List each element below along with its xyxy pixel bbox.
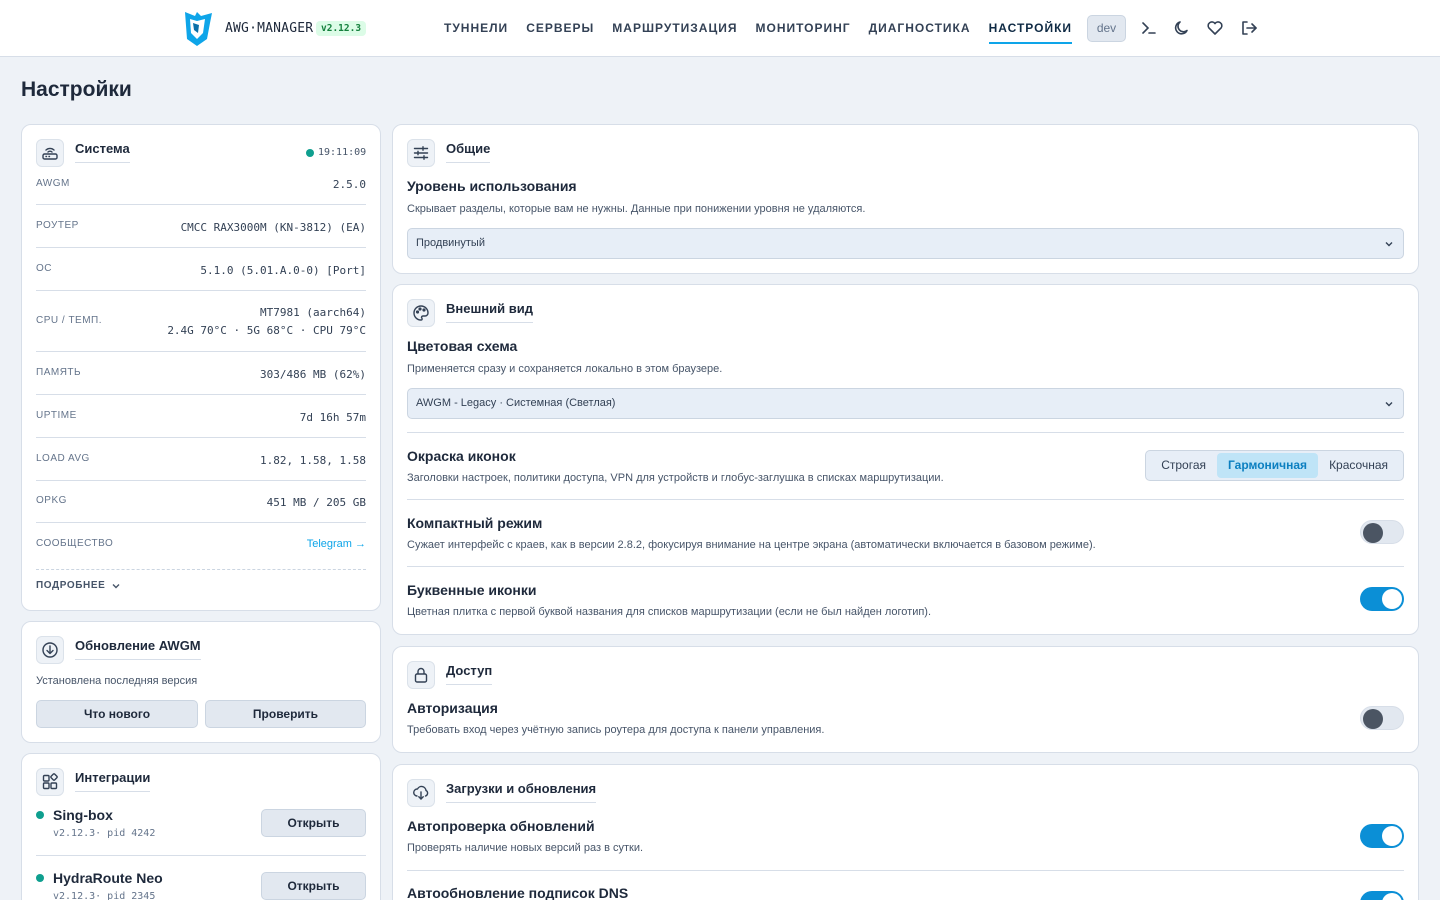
- nav-diagnostics[interactable]: ДИАГНОСТИКА: [869, 0, 971, 57]
- icon-color-colorful[interactable]: Красочная: [1318, 453, 1399, 478]
- integrations-card: Интеграции Sing-box v2.12.3· pid 4242 От…: [21, 753, 381, 900]
- compact-mode-toggle[interactable]: [1360, 520, 1404, 544]
- status-dot: [36, 811, 44, 819]
- auto-check-title: Автопроверка обновлений: [407, 818, 595, 834]
- color-scheme-desc: Применяется сразу и сохраняется локально…: [407, 363, 723, 375]
- main-nav: ТУННЕЛИ СЕРВЕРЫ МАРШРУТИЗАЦИЯ МОНИТОРИНГ…: [444, 0, 1073, 57]
- status-dot: [36, 874, 44, 882]
- sys-row-os: ОС 5.1.0 (5.01.A.0-0) [Port]: [36, 248, 366, 291]
- terminal-icon[interactable]: [1139, 18, 1159, 38]
- brand-name: AWG·MANAGER: [225, 21, 314, 36]
- icon-color-harmonious[interactable]: Гармоничная: [1217, 453, 1319, 478]
- icon-color-strict[interactable]: Строгая: [1150, 453, 1217, 478]
- telegram-link[interactable]: Telegram →: [307, 538, 366, 550]
- nav-routing[interactable]: МАРШРУТИЗАЦИЯ: [612, 0, 737, 57]
- general-card: Общие Уровень использования Скрывает раз…: [392, 124, 1419, 274]
- sys-row-loadavg: LOAD AVG 1.82, 1.58, 1.58: [36, 438, 366, 481]
- sys-row-opkg: OPKG 451 MB / 205 GB: [36, 481, 366, 523]
- lock-icon: [407, 661, 435, 689]
- system-title: Система: [75, 141, 130, 163]
- sys-row-community: СООБЩЕСТВО Telegram →: [36, 523, 366, 570]
- version-badge: v2.12.3: [316, 21, 367, 36]
- auto-check-toggle[interactable]: [1360, 824, 1404, 848]
- auto-check-desc: Проверять наличие новых версий раз в сут…: [407, 842, 644, 854]
- sys-row-cpu: CPU / ТЕМП. MT7981 (aarch64) 2.4G 70°C ·…: [36, 291, 366, 352]
- status-dot: [306, 149, 314, 157]
- sys-row-uptime: UPTIME 7d 16h 57m: [36, 395, 366, 438]
- whats-new-button[interactable]: Что нового: [36, 700, 198, 728]
- update-card: Обновление AWGM Установлена последняя ве…: [21, 621, 381, 743]
- auth-title: Авторизация: [407, 700, 498, 716]
- heart-icon[interactable]: [1205, 18, 1225, 38]
- top-bar: AWG·MANAGER v2.12.3 ТУННЕЛИ СЕРВЕРЫ МАРШ…: [0, 0, 1440, 57]
- access-card: Доступ Авторизация Требовать вход через …: [392, 646, 1419, 753]
- integrations-title: Интеграции: [75, 770, 151, 792]
- auto-dns-title: Автообновление подписок DNS: [407, 885, 629, 900]
- open-hydraroute-button[interactable]: Открыть: [261, 872, 366, 900]
- sys-row-router: РОУТЕР CMCC RAX3000M (KN-3812) (EA): [36, 205, 366, 248]
- sys-row-memory: ПАМЯТЬ 303/486 MB (62%): [36, 352, 366, 395]
- auto-dns-toggle[interactable]: [1360, 891, 1404, 900]
- nav-settings[interactable]: НАСТРОЙКИ: [988, 0, 1073, 57]
- chevron-down-icon: [112, 583, 120, 588]
- usage-level-select[interactable]: Продвинутый: [407, 228, 1404, 259]
- auth-toggle[interactable]: [1360, 706, 1404, 730]
- icon-color-desc: Заголовки настроек, политики доступа, VP…: [407, 472, 944, 484]
- color-scheme-title: Цветовая схема: [407, 338, 518, 354]
- auth-desc: Требовать вход через учётную запись роут…: [407, 724, 825, 736]
- letter-icons-desc: Цветная плитка с первой буквой названия …: [407, 606, 932, 618]
- page-title: Настройки: [21, 78, 132, 101]
- nav-servers[interactable]: СЕРВЕРЫ: [526, 0, 594, 57]
- palette-icon: [407, 299, 435, 327]
- cloud-download-icon: [407, 779, 435, 807]
- env-badge[interactable]: dev: [1087, 15, 1126, 42]
- icon-color-segmented: Строгая Гармоничная Красочная: [1145, 450, 1404, 481]
- system-card: Система 19:11:09 AWGM 2.5.0 РОУТЕР CMCC …: [21, 124, 381, 611]
- letter-icons-title: Буквенные иконки: [407, 582, 537, 598]
- moon-icon[interactable]: [1172, 18, 1192, 38]
- usage-level-desc: Скрывает разделы, которые вам не нужны. …: [407, 203, 866, 215]
- access-title: Доступ: [446, 663, 493, 685]
- sys-row-awgm: AWGM 2.5.0: [36, 169, 366, 205]
- downloads-title: Загрузки и обновления: [446, 781, 597, 803]
- compact-mode-title: Компактный режим: [407, 515, 543, 531]
- rhino-logo-icon[interactable]: [181, 9, 215, 47]
- update-title: Обновление AWGM: [75, 638, 201, 660]
- downloads-card: Загрузки и обновления Автопроверка обнов…: [392, 764, 1419, 900]
- chevron-down-icon: [1385, 242, 1393, 247]
- more-toggle[interactable]: ПОДРОБНЕЕ: [36, 580, 121, 591]
- sliders-icon: [407, 139, 435, 167]
- letter-icons-toggle[interactable]: [1360, 587, 1404, 611]
- usage-level-title: Уровень использования: [407, 178, 577, 194]
- general-title: Общие: [446, 141, 491, 163]
- check-update-button[interactable]: Проверить: [205, 700, 366, 728]
- system-time: 19:11:09: [318, 147, 367, 158]
- compact-mode-desc: Сужает интерфейс с краев, как в версии 2…: [407, 539, 1096, 551]
- integration-item: Sing-box v2.12.3· pid 4242 Открыть: [36, 802, 366, 856]
- blocks-icon: [36, 768, 64, 796]
- open-singbox-button[interactable]: Открыть: [261, 809, 366, 837]
- download-circle-icon: [36, 636, 64, 664]
- update-status: Установлена последняя версия: [36, 675, 198, 687]
- integration-item: HydraRoute Neo v2.12.3· pid 2345 Открыть: [36, 864, 366, 900]
- chevron-down-icon: [1385, 402, 1393, 407]
- nav-monitoring[interactable]: МОНИТОРИНГ: [756, 0, 851, 57]
- icon-color-title: Окраска иконок: [407, 448, 516, 464]
- nav-tunnels[interactable]: ТУННЕЛИ: [444, 0, 508, 57]
- logout-icon[interactable]: [1239, 18, 1259, 38]
- appearance-title: Внешний вид: [446, 301, 533, 323]
- color-scheme-select[interactable]: AWGM - Legacy · Системная (Светлая): [407, 388, 1404, 419]
- router-icon: [36, 139, 64, 167]
- appearance-card: Внешний вид Цветовая схема Применяется с…: [392, 284, 1419, 635]
